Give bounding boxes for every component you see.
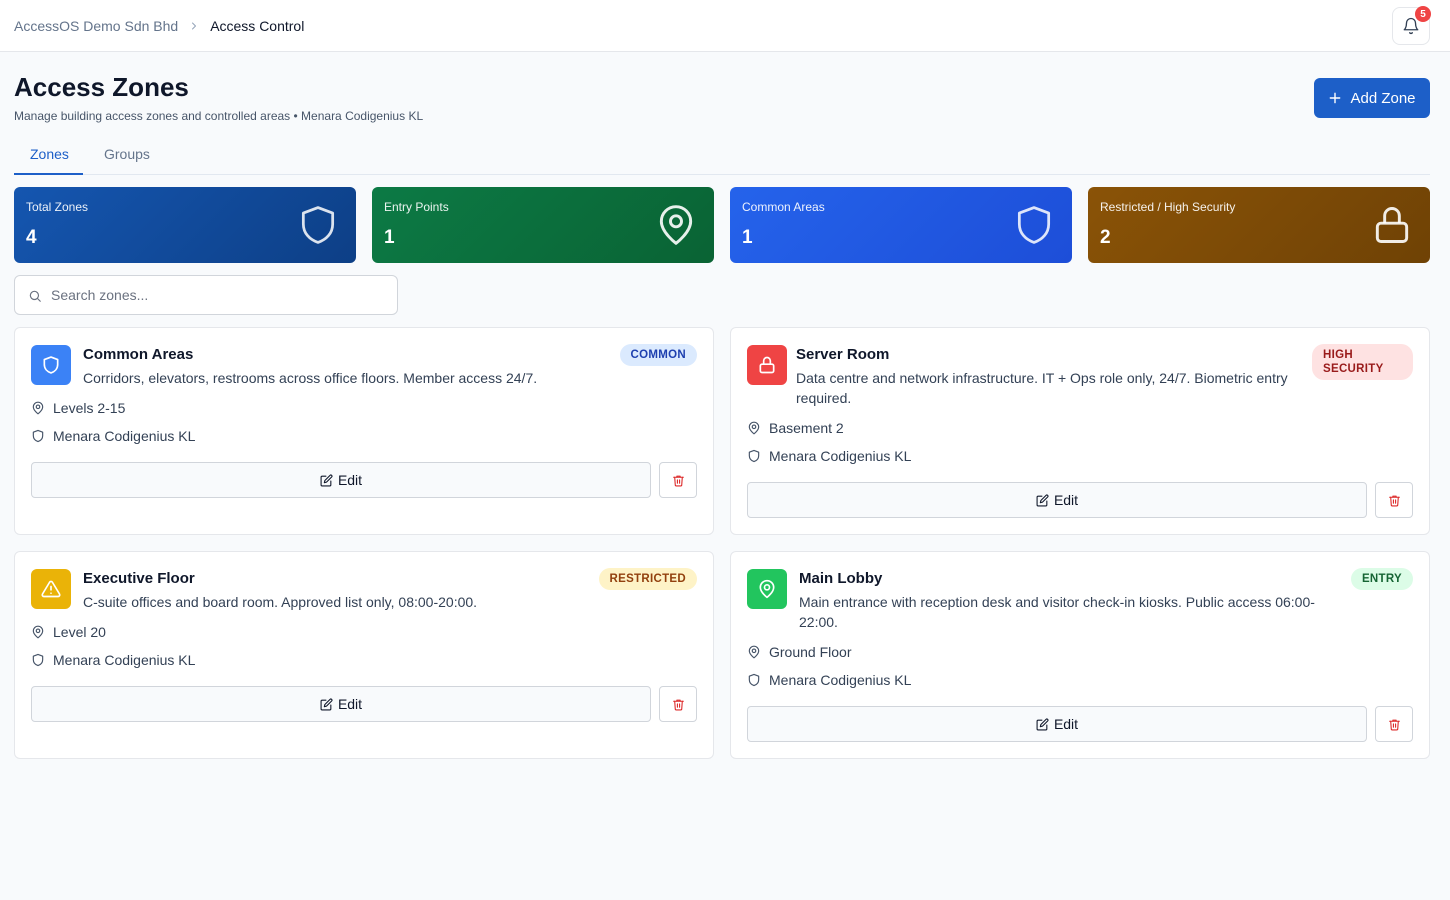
top-bar: AccessOS Demo Sdn Bhd Access Control 5 bbox=[0, 0, 1450, 52]
zone-type-badge: ENTRY bbox=[1350, 568, 1413, 590]
edit-zone-button[interactable]: Edit bbox=[31, 686, 651, 722]
trash-icon bbox=[672, 474, 685, 487]
active-tab-indicator bbox=[14, 173, 83, 175]
shield-icon bbox=[747, 673, 761, 687]
stat-label: Restricted / High Security bbox=[1100, 200, 1236, 214]
add-zone-label: Add Zone bbox=[1350, 89, 1416, 107]
zone-location: Level 20 bbox=[53, 624, 106, 640]
tab-groups[interactable]: Groups bbox=[104, 146, 150, 175]
edit-label: Edit bbox=[1053, 492, 1079, 508]
zone-building: Menara Codigenius KL bbox=[769, 672, 912, 688]
edit-icon bbox=[320, 473, 333, 487]
edit-icon bbox=[1036, 717, 1049, 731]
edit-zone-button[interactable]: Edit bbox=[747, 706, 1367, 742]
lock-icon bbox=[747, 345, 787, 385]
notification-count-badge: 5 bbox=[1415, 6, 1431, 22]
stat-value: 2 bbox=[1100, 227, 1111, 248]
zone-building-row: Menara Codigenius KL bbox=[31, 428, 195, 444]
stat-label: Total Zones bbox=[26, 200, 89, 214]
stat-value: 1 bbox=[384, 227, 395, 248]
add-zone-button[interactable]: Add Zone bbox=[1314, 78, 1430, 118]
breadcrumb: AccessOS Demo Sdn Bhd Access Control bbox=[14, 0, 304, 52]
zone-card-server-room: Server Room Data centre and network infr… bbox=[730, 327, 1430, 535]
zone-description: Main entrance with reception desk and vi… bbox=[799, 594, 1315, 630]
shield-icon bbox=[31, 345, 71, 385]
shield-icon bbox=[296, 201, 340, 254]
tab-bar: Zones Groups bbox=[14, 140, 1430, 175]
shield-icon bbox=[1012, 201, 1056, 254]
breadcrumb-org-link[interactable]: AccessOS Demo Sdn Bhd bbox=[14, 18, 178, 34]
delete-zone-button[interactable] bbox=[659, 686, 697, 722]
zone-card-executive-floor: Executive Floor C-suite offices and boar… bbox=[14, 551, 714, 759]
zone-building: Menara Codigenius KL bbox=[769, 448, 912, 464]
zone-building-row: Menara Codigenius KL bbox=[747, 672, 911, 688]
delete-zone-button[interactable] bbox=[1375, 482, 1413, 518]
search-box bbox=[14, 275, 398, 315]
zone-type-badge: HIGH SECURITY bbox=[1312, 344, 1413, 380]
map-pin-icon bbox=[31, 401, 45, 415]
edit-zone-button[interactable]: Edit bbox=[747, 482, 1367, 518]
zone-building-row: Menara Codigenius KL bbox=[31, 652, 195, 668]
search-icon bbox=[28, 289, 42, 303]
delete-zone-button[interactable] bbox=[1375, 706, 1413, 742]
map-pin-icon bbox=[747, 421, 761, 435]
edit-zone-button[interactable]: Edit bbox=[31, 462, 651, 498]
map-pin-icon bbox=[747, 645, 761, 659]
trash-icon bbox=[1388, 718, 1401, 731]
map-pin-icon bbox=[747, 569, 787, 609]
lock-icon bbox=[1370, 201, 1414, 254]
trash-icon bbox=[672, 698, 685, 711]
trash-icon bbox=[1388, 494, 1401, 507]
stat-label: Entry Points bbox=[384, 200, 449, 214]
zone-description: C-suite offices and board room. Approved… bbox=[83, 594, 478, 610]
zone-building: Menara Codigenius KL bbox=[53, 652, 196, 668]
zone-name: Main Lobby bbox=[799, 570, 883, 587]
zone-building-row: Menara Codigenius KL bbox=[747, 448, 911, 464]
zone-location-row: Levels 2-15 bbox=[31, 400, 125, 416]
zone-name: Executive Floor bbox=[83, 570, 195, 587]
stat-value: 1 bbox=[742, 227, 753, 248]
zone-card-main-lobby: Main Lobby Main entrance with reception … bbox=[730, 551, 1430, 759]
search-input[interactable] bbox=[51, 276, 391, 314]
zone-location: Basement 2 bbox=[769, 420, 844, 436]
edit-icon bbox=[1036, 493, 1049, 507]
zone-location-row: Ground Floor bbox=[747, 644, 851, 660]
stat-label: Common Areas bbox=[742, 200, 825, 214]
edit-label: Edit bbox=[337, 472, 363, 488]
stat-card-restricted: Restricted / High Security 2 bbox=[1088, 187, 1430, 263]
stat-card-common-areas: Common Areas 1 bbox=[730, 187, 1072, 263]
zone-building: Menara Codigenius KL bbox=[53, 428, 196, 444]
zone-location-row: Level 20 bbox=[31, 624, 106, 640]
zone-location: Levels 2-15 bbox=[53, 400, 126, 416]
zone-description: Data centre and network infrastructure. … bbox=[796, 370, 1288, 406]
zone-location: Ground Floor bbox=[769, 644, 852, 660]
zone-type-badge: RESTRICTED bbox=[598, 568, 697, 590]
tab-zones[interactable]: Zones bbox=[30, 146, 69, 175]
edit-label: Edit bbox=[1053, 716, 1079, 732]
breadcrumb-current: Access Control bbox=[210, 18, 305, 34]
zone-description: Corridors, elevators, restrooms across o… bbox=[83, 370, 538, 386]
zone-name: Common Areas bbox=[83, 346, 194, 363]
page-subtitle: Manage building access zones and control… bbox=[14, 109, 424, 123]
stat-card-entry-points: Entry Points 1 bbox=[372, 187, 714, 263]
warning-icon bbox=[31, 569, 71, 609]
zone-location-row: Basement 2 bbox=[747, 420, 844, 436]
zone-type-badge: COMMON bbox=[619, 344, 697, 366]
stat-card-total-zones: Total Zones 4 bbox=[14, 187, 356, 263]
chevron-right-icon bbox=[188, 20, 200, 32]
page-title: Access Zones bbox=[14, 72, 189, 102]
shield-icon bbox=[31, 429, 45, 443]
shield-icon bbox=[31, 653, 45, 667]
map-pin-icon bbox=[654, 201, 698, 254]
zone-name: Server Room bbox=[796, 346, 890, 363]
edit-label: Edit bbox=[337, 696, 363, 712]
map-pin-icon bbox=[31, 625, 45, 639]
edit-icon bbox=[320, 697, 333, 711]
shield-icon bbox=[747, 449, 761, 463]
plus-icon bbox=[1328, 91, 1342, 105]
zone-card-common-areas: Common Areas Corridors, elevators, restr… bbox=[14, 327, 714, 535]
notifications-button[interactable]: 5 bbox=[1392, 6, 1431, 45]
delete-zone-button[interactable] bbox=[659, 462, 697, 498]
stat-value: 4 bbox=[26, 227, 37, 248]
